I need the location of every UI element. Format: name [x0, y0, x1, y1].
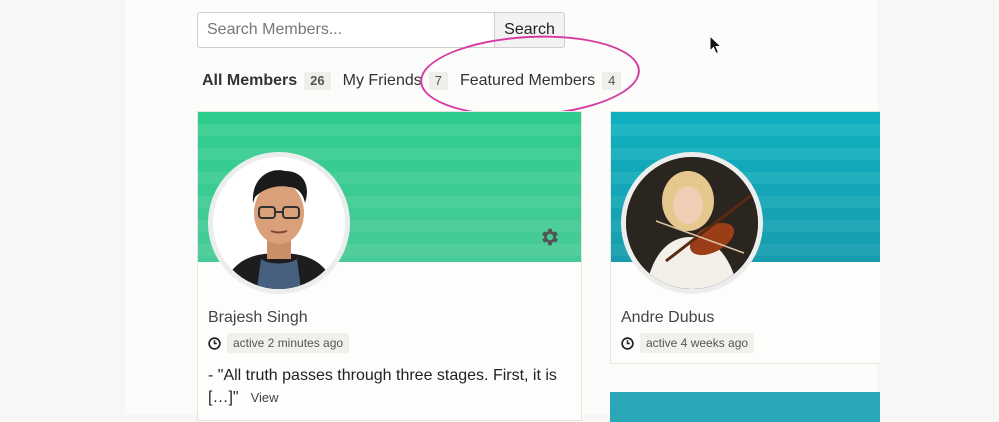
- search-button[interactable]: Search: [494, 12, 565, 48]
- tab-all-members[interactable]: All Members 26: [202, 72, 331, 90]
- avatar[interactable]: [208, 152, 350, 294]
- avatar[interactable]: [621, 152, 763, 294]
- member-excerpt: - "All truth passes through three stages…: [208, 365, 568, 409]
- search-input[interactable]: [197, 12, 505, 48]
- view-link[interactable]: View: [251, 390, 279, 405]
- last-active-row: active 4 weeks ago: [621, 333, 755, 353]
- member-tabs: All Members 26 My Friends 7 Featured Mem…: [202, 70, 633, 92]
- clock-icon: [208, 336, 221, 350]
- tab-label: My Friends: [342, 72, 422, 89]
- member-search-form: Search: [197, 12, 568, 48]
- gear-icon[interactable]: [539, 226, 561, 248]
- member-card: Andre Dubus active 4 weeks ago: [610, 111, 880, 364]
- last-active-badge: active 4 weeks ago: [640, 333, 755, 353]
- last-active-row: active 2 minutes ago: [208, 333, 350, 353]
- tab-count-badge: 4: [602, 72, 622, 90]
- member-name[interactable]: Andre Dubus: [621, 309, 714, 327]
- tab-featured-members[interactable]: Featured Members 4: [459, 72, 622, 90]
- member-name[interactable]: Brajesh Singh: [208, 309, 308, 327]
- tab-count-badge: 7: [428, 72, 448, 90]
- tab-my-friends[interactable]: My Friends 7: [343, 72, 448, 90]
- tab-label: All Members: [202, 72, 298, 89]
- tab-count-badge: 26: [304, 72, 331, 90]
- clock-icon: [621, 336, 634, 350]
- last-active-badge: active 2 minutes ago: [227, 333, 350, 353]
- tab-label: Featured Members: [459, 72, 596, 89]
- avatar-photo: [626, 157, 758, 289]
- mouse-cursor-icon: [709, 35, 723, 55]
- member-card: Brajesh Singh active 2 minutes ago - "Al…: [197, 111, 582, 421]
- avatar-illustration: [213, 157, 345, 289]
- member-card-cover-partial: [610, 392, 880, 422]
